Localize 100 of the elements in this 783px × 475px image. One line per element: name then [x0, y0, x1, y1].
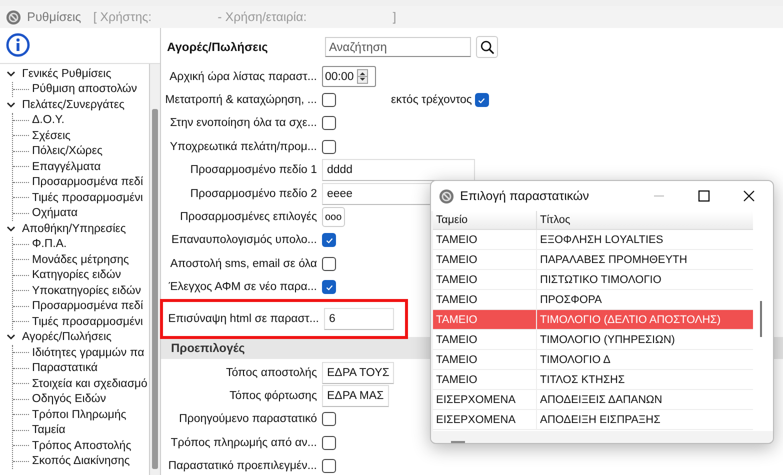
context-text: [ Χρήστης:: [93, 10, 152, 24]
search-button[interactable]: [476, 36, 498, 58]
maximize-icon[interactable]: [698, 190, 710, 202]
collapse-chevron-icon[interactable]: [6, 100, 16, 110]
app-icon: [6, 10, 21, 24]
tree-item[interactable]: Στοιχεία και σχεδιασμό: [32, 378, 148, 390]
setting-label: Τρόπος πληρωμής από αν...: [170, 436, 317, 449]
text-field[interactable]: ΕΔΡΑ ΜΑΣ: [322, 384, 389, 407]
context-text: ]: [392, 10, 396, 24]
checkbox[interactable]: [322, 116, 336, 130]
checkbox[interactable]: [322, 412, 336, 426]
app-icon: [439, 188, 454, 204]
options-button[interactable]: ooo: [322, 207, 345, 228]
setting-label: Επισύναψη html σε παραστ...: [167, 312, 319, 325]
table-cell: ΕΞΟΦΛΗΣΗ LOYALTIES: [536, 230, 753, 249]
tree-item[interactable]: Φ.Π.Α.: [32, 238, 67, 250]
table-cell-text: ΤΑΜΕΙΟ: [435, 352, 478, 368]
table-cell: ΤΙΜΟΛΟΓΙΟ (ΔΕΛΤΙΟ ΑΠΟΣΤΟΛΗΣ): [536, 310, 753, 329]
table-cell: ΤΙΤΛΟΣ ΚΤΗΣΗΣ: [536, 370, 753, 389]
tree-item[interactable]: Προσαρμοσμένα πεδί: [32, 176, 144, 188]
tree-item[interactable]: Υποκατηγορίες ειδών: [32, 284, 141, 297]
table-cell-text: ΤΑΜΕΙΟ: [435, 252, 478, 268]
setting-label: εκτός τρέχοντος: [391, 94, 472, 106]
tree-item[interactable]: Αγορές/Πωλήσεις: [22, 331, 112, 344]
table-cell-text: ΤΑΜΕΙΟ: [435, 372, 478, 388]
setting-label: Προσαρμοσμένο πεδίο 2: [189, 188, 317, 200]
setting-label: Επαναυπολογισμός υπολο...: [170, 234, 317, 246]
tree-item[interactable]: Πελάτες/Συνεργάτες: [22, 98, 124, 111]
checkbox[interactable]: [322, 233, 336, 248]
table-row[interactable]: ΤΑΜΕΙΟ ΠΙΣΤΩΤΙΚΟ ΤΙΜΟΛΟΓΙΟ: [433, 270, 753, 290]
text-field[interactable]: ΕΔΡΑ ΤΟΥΣ: [322, 362, 394, 384]
tree-item[interactable]: Σχέσεις: [32, 130, 71, 142]
scrollbar[interactable]: [451, 441, 465, 443]
table-row[interactable]: ΤΑΜΕΙΟ ΠΑΡΑΛΑΒΕΣ ΠΡΟΜΗΘΕΥΤΗ: [433, 250, 753, 270]
search-field[interactable]: Αναζήτηση: [325, 37, 471, 57]
table-cell: ΤΙΜΟΛΟΓΙΟ (ΥΠΗΡΕΣΙΩΝ): [536, 330, 753, 349]
checkbox[interactable]: [322, 436, 336, 450]
scrollbar[interactable]: [149, 64, 160, 475]
table-row[interactable]: ΤΑΜΕΙΟ ΤΙΜΟΛΟΓΙΟ (ΥΠΗΡΕΣΙΩΝ): [433, 330, 753, 350]
spinner-arrows-icon[interactable]: [356, 69, 368, 84]
table-cell-text: ΕΙΣΕΡΧΟΜΕΝΑ: [435, 392, 517, 408]
table-cell: ΤΙΜΟΛΟΓΙΟ Δ: [536, 350, 753, 369]
table-cell: ΠΑΡΑΛΑΒΕΣ ΠΡΟΜΗΘΕΥΤΗ: [536, 250, 753, 269]
tree-item[interactable]: Τρόποι Πληρωμής: [32, 408, 126, 421]
tree-item[interactable]: Οδηγός Ειδών: [32, 393, 106, 406]
tree-item[interactable]: Μονάδες μέτρησης: [32, 254, 129, 266]
tree-item[interactable]: Τρόπος Αποστολής: [32, 440, 132, 452]
tree-item[interactable]: Παραστατικά: [32, 362, 98, 374]
context-text: - Χρήση/εταιρία:: [218, 10, 307, 24]
table-row[interactable]: ΤΑΜΕΙΟ ΤΙΜΟΛΟΓΙΟ (ΔΕΛΤΙΟ ΑΠΟΣΤΟΛΗΣ): [433, 310, 753, 330]
table-cell-text: ΤΑΜΕΙΟ: [435, 232, 478, 248]
tree-item[interactable]: Προσαρμοσμένα πεδί: [32, 300, 144, 312]
setting-label: Έλεγχος ΑΦΜ σε νέο παρα...: [168, 281, 317, 294]
tree-item[interactable]: Οχήματα: [32, 207, 78, 220]
setting-label: Προσαρμοσμένο πεδίο 1: [189, 164, 317, 176]
setting-label: Τόπος φόρτωσης: [228, 390, 317, 402]
table-cell: ΠΙΣΤΩΤΙΚΟ ΤΙΜΟΛΟΓΙΟ: [536, 270, 753, 289]
table-cell: ΑΠΟΔΕΙΞΕΙΣ ΔΑΠΑΝΩΝ: [536, 390, 753, 409]
setting-label: Προσαρμοσμένες επιλογές: [178, 211, 317, 224]
table-row[interactable]: ΤΑΜΕΙΟ ΤΙΤΛΟΣ ΚΤΗΣΗΣ: [433, 370, 753, 390]
checkbox[interactable]: [322, 256, 336, 271]
tree-item[interactable]: Κατηγορίες ειδών: [32, 269, 122, 282]
checkbox[interactable]: [322, 93, 336, 108]
tree-item[interactable]: Γενικές Ρυθμίσεις: [22, 68, 112, 80]
checkbox[interactable]: [322, 140, 336, 154]
table-row[interactable]: ΤΑΜΕΙΟ ΤΙΜΟΛΟΓΙΟ Δ: [433, 350, 753, 370]
tree-item[interactable]: Τιμές προσαρμοσμένι: [32, 192, 143, 204]
tree-item[interactable]: Ιδιότητες γραμμών πα: [32, 346, 144, 359]
table-row[interactable]: ΤΑΜΕΙΟ ΕΞΟΦΛΗΣΗ LOYALTIES: [433, 230, 753, 250]
table-cell-text: ΤΑΜΕΙΟ: [435, 312, 478, 328]
setting-label: Αποστολή sms, email σε όλα: [169, 258, 317, 270]
table-row[interactable]: ΕΙΣΕΡΧΟΜΕΝΑ ΑΠΟΔΕΙΞΗ ΕΙΣΠΡΑΞΗΣ: [433, 410, 753, 430]
section-heading: Προεπιλογές: [171, 340, 245, 355]
setting-label: Τόπος αποστολής: [224, 366, 317, 379]
collapse-chevron-icon[interactable]: [6, 332, 16, 342]
tree-item[interactable]: Σκοπός Διακίνησης: [32, 455, 130, 468]
checkbox[interactable]: [322, 280, 336, 294]
table-cell-text: ΤΑΜΕΙΟ: [435, 272, 478, 288]
tree-item[interactable]: Πόλεις/Χώρες: [32, 145, 103, 158]
setting-label: Προηγούμενο παραστατικό: [178, 413, 317, 426]
table-cell: ΠΡΟΣΦΟΡΑ: [536, 290, 753, 309]
close-icon[interactable]: [743, 190, 755, 202]
tree-item[interactable]: Αποθήκη/Υπηρεσίες: [22, 222, 126, 235]
collapse-chevron-icon[interactable]: [6, 68, 16, 79]
tree-item[interactable]: Δ.Ο.Υ.: [32, 114, 64, 126]
column-header[interactable]: Τίτλος: [536, 211, 753, 229]
setting-label: Στην ενοποίηση όλα τα σχε...: [168, 117, 317, 130]
number-field[interactable]: 6: [324, 308, 394, 330]
tree-item[interactable]: Ταμεία: [32, 424, 66, 436]
tree-item[interactable]: Επαγγέλματα: [32, 160, 101, 173]
time-spinner[interactable]: 00:00: [322, 66, 376, 88]
table-cell: ΑΠΟΔΕΙΞΗ ΕΙΣΠΡΑΞΗΣ: [536, 410, 753, 429]
info-icon[interactable]: [6, 33, 30, 57]
tree-item[interactable]: Τιμές προσαρμοσμένι: [32, 316, 143, 328]
checkbox[interactable]: [474, 93, 489, 108]
column-header[interactable]: Ταμείο: [433, 211, 536, 229]
collapse-chevron-icon[interactable]: [6, 224, 16, 234]
table-row[interactable]: ΕΙΣΕΡΧΟΜΕΝΑ ΑΠΟΔΕΙΞΕΙΣ ΔΑΠΑΝΩΝ: [433, 390, 753, 410]
tree-item[interactable]: Ρύθμιση αποστολών: [32, 83, 137, 96]
checkbox[interactable]: [322, 459, 336, 474]
